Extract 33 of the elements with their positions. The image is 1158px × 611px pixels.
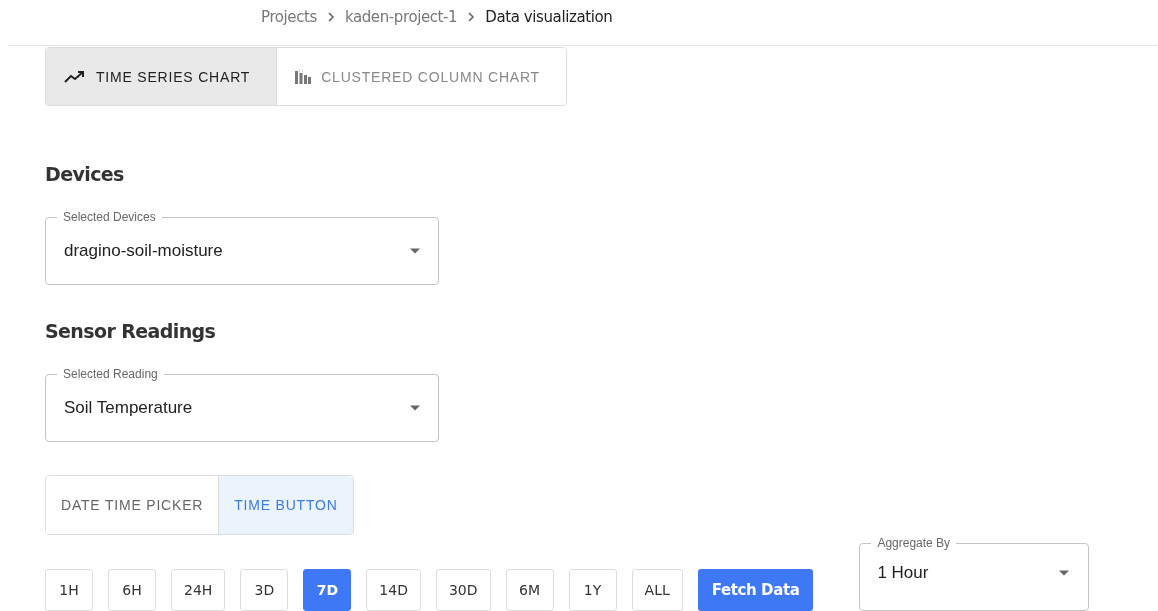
time-mode-tab[interactable]: DATE TIME PICKER — [46, 476, 220, 534]
selected-value: dragino-soil-moisture — [64, 241, 223, 261]
reading-select[interactable]: Selected Reading Soil Temperature — [45, 366, 439, 442]
caret-icon — [410, 405, 420, 411]
field-label: Selected Reading — [57, 367, 164, 381]
field-label: Aggregate By — [871, 536, 957, 550]
breadcrumb-current: Data visualization — [485, 8, 613, 26]
section-heading: Sensor Readings — [45, 320, 217, 342]
time-range-button[interactable]: 14D — [366, 569, 421, 611]
fetch-data-button[interactable]: Fetch Data — [697, 569, 814, 611]
time-range-button[interactable]: 6H — [108, 569, 156, 611]
time-range-button[interactable]: 6M — [505, 569, 554, 611]
time-range-button[interactable]: 30D — [435, 569, 491, 611]
time-range-button[interactable]: 3D — [240, 569, 289, 611]
breadcrumb-link[interactable]: kaden-project-1 — [344, 8, 458, 26]
caret-icon — [1059, 570, 1070, 576]
field-label: Selected Devices — [57, 210, 162, 224]
time-range-button[interactable]: ALL — [631, 569, 683, 611]
selected-value: 1 Hour — [877, 563, 929, 583]
breadcrumb-link[interactable]: Projects — [261, 8, 317, 26]
time-range-button[interactable]: 1H — [45, 569, 93, 611]
caret-icon — [410, 248, 420, 254]
section-heading: Devices — [45, 163, 125, 185]
time-range-button[interactable]: 7D — [303, 569, 352, 611]
time-range-button[interactable]: 24H — [171, 569, 226, 611]
time-range-button[interactable]: 1Y — [568, 569, 617, 611]
selected-value: Soil Temperature — [64, 398, 193, 418]
aggregate-select[interactable]: Aggregate By 1 Hour — [859, 535, 1090, 611]
trend-line-icon — [64, 70, 86, 83]
chart-type-tab[interactable]: TIME SERIES CHART — [46, 48, 278, 105]
time-mode-tab[interactable]: TIME BUTTON — [219, 476, 353, 534]
device-select[interactable]: Selected Devices dragino-soil-moisture — [45, 209, 439, 285]
column-chart-icon — [295, 69, 312, 84]
